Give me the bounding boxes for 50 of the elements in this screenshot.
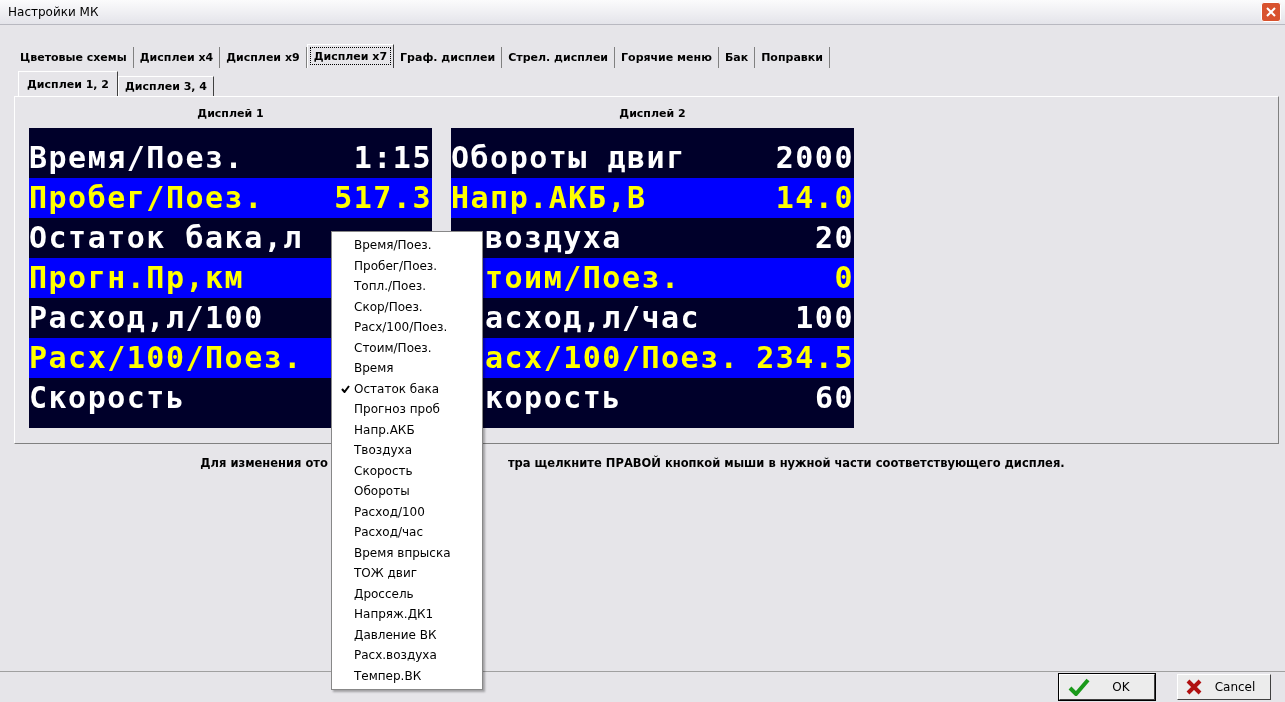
display-value: 20 <box>814 219 854 257</box>
display-label: Расход,л/100 <box>29 299 264 337</box>
display-title: Дисплей 2 <box>619 107 686 120</box>
cancel-button[interactable]: Cancel <box>1177 674 1271 700</box>
menu-item[interactable]: ТОЖ двиг <box>332 563 482 584</box>
display-label: Время/Поез. <box>29 139 245 177</box>
display-title: Дисплей 1 <box>197 107 264 120</box>
close-button[interactable] <box>1261 2 1281 22</box>
display-label: тоим/Поез. <box>485 259 681 297</box>
menu-item[interactable]: Расход/час <box>332 522 482 543</box>
display-value: 60 <box>814 379 854 417</box>
display-label: Скорость <box>29 379 186 417</box>
close-icon <box>1265 6 1277 18</box>
display-value: 0 <box>834 259 854 297</box>
display-value: 1:15 <box>353 139 432 177</box>
menu-item[interactable]: Расх.воздуха <box>332 645 482 666</box>
menu-item[interactable]: Темпер.ВК <box>332 665 482 686</box>
menu-item[interactable]: Дроссель <box>332 583 482 604</box>
cross-icon <box>1186 679 1202 695</box>
menu-item[interactable]: Давление ВК <box>332 624 482 645</box>
hint-text: тра щелкните ПРАВОЙ кнопкой мыши в нужной части соответствующего дисплея. <box>507 456 1065 470</box>
check-icon <box>1068 678 1090 696</box>
display-value: 234.5 <box>756 339 854 377</box>
display-label: Прогн.Пр,км <box>29 259 245 297</box>
hint-text: Для изменения ото <box>200 456 328 470</box>
display-label: Напр.АКБ,В <box>451 179 647 217</box>
menu-item[interactable]: Напряж.ДК1 <box>332 604 482 625</box>
tab[interactable]: Дисплеи 1, 2 <box>18 71 118 96</box>
display-value: 100 <box>795 299 854 337</box>
menu-item[interactable]: Твоздуха <box>332 440 482 461</box>
menu-item[interactable]: Скорость <box>332 460 482 481</box>
display-label: Расх/100/Поез. <box>29 339 303 377</box>
display-value: 2000 <box>775 139 854 177</box>
display-label: Остаток бака,л <box>29 219 303 257</box>
ok-button[interactable]: OK <box>1059 674 1155 700</box>
tab[interactable]: Дисплеи 3, 4 <box>118 76 214 96</box>
menu-item[interactable]: Время впрыска <box>332 542 482 563</box>
display-value: 14.0 <box>775 179 854 217</box>
display-label: воздуха <box>485 219 622 257</box>
menu-item[interactable]: Расход/100 <box>332 501 482 522</box>
display-screen[interactable]: Обороты двиг 2000 Напр.АКБ,В 14.0 воздуха 20 тоим/Поез. 0 асход,л/час 100 асх/100/Поез. 234.5 корость 60 <box>451 128 854 428</box>
display-value: 517.3 <box>334 179 432 217</box>
window-title: Настройки МК <box>8 5 99 19</box>
display-label: асх/100/Поез. <box>485 339 740 377</box>
display-label: Пробег/Поез. <box>29 179 264 217</box>
display-label: Обороты двиг <box>451 139 686 177</box>
display-label: корость <box>485 379 622 417</box>
display-label: асход,л/час <box>485 299 701 337</box>
tab[interactable]: Дисплеи x7 <box>306 44 395 68</box>
menu-item[interactable]: Обороты <box>332 481 482 502</box>
